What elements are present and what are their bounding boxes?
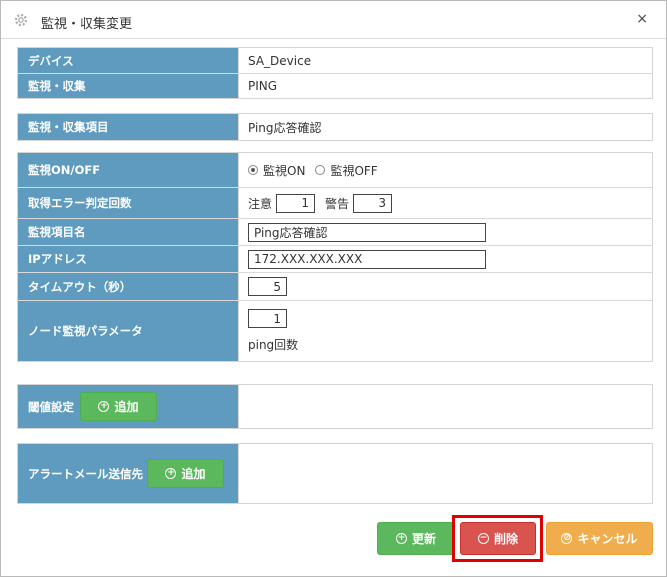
timeout-input[interactable]: 5 xyxy=(248,277,287,296)
gear-icon xyxy=(13,12,29,28)
param-label: ノード監視パラメータ xyxy=(18,301,239,361)
error-count-label: 取得エラー判定回数 xyxy=(18,188,239,218)
alert-row: アラートメール送信先 + 追加 xyxy=(18,444,652,503)
cancel-label: キャンセル xyxy=(577,532,638,546)
timeout-label: タイムアウト（秒） xyxy=(18,273,239,300)
onoff-label: 監視ON/OFF xyxy=(18,153,239,187)
threshold-label: 閾値設定 xyxy=(28,399,74,414)
plus-circle-icon: + xyxy=(98,401,110,412)
threshold-row: 閾値設定 + 追加 xyxy=(18,385,652,428)
radio-off-label: 監視OFF xyxy=(330,163,378,178)
delete-button[interactable]: − 削除 xyxy=(460,522,536,555)
update-label: 更新 xyxy=(411,532,436,546)
plus-circle-icon: + xyxy=(165,468,177,479)
alert-value xyxy=(239,444,652,503)
warning-label: 警告 xyxy=(325,196,350,211)
add-threshold-button[interactable]: + 追加 xyxy=(80,392,157,421)
item-name-input[interactable]: Ping応答確認 xyxy=(248,222,486,242)
threshold-table: 閾値設定 + 追加 xyxy=(17,384,653,429)
cancel-button[interactable]: ⊘ キャンセル xyxy=(546,522,653,555)
add-threshold-label: 追加 xyxy=(114,400,139,414)
ip-value: 172.XXX.XXX.XXX xyxy=(239,246,652,272)
update-button[interactable]: + 更新 xyxy=(377,522,455,555)
dialog-titlebar: 監視・収集変更 × xyxy=(1,1,666,39)
settings-table: 監視ON/OFF 監視ON 監視OFF 取得エラー判定回数 注意 1 警告 3 … xyxy=(17,152,653,362)
ip-row: IPアドレス 172.XXX.XXX.XXX xyxy=(18,245,652,272)
onoff-value: 監視ON 監視OFF xyxy=(239,153,652,187)
dialog-title: 監視・収集変更 xyxy=(41,17,133,32)
onoff-row: 監視ON/OFF 監視ON 監視OFF xyxy=(18,153,652,187)
add-alert-label: 追加 xyxy=(181,467,206,481)
item-info-table: 監視・収集項目 Ping応答確認 xyxy=(17,113,653,141)
collect-row: 監視・収集 PING xyxy=(18,73,652,98)
param-row: ノード監視パラメータ 1 ping回数 xyxy=(18,300,652,361)
alert-label-cell: アラートメール送信先 + 追加 xyxy=(18,444,239,503)
ip-label: IPアドレス xyxy=(18,246,239,272)
collect-value: PING xyxy=(248,79,278,93)
caution-label: 注意 xyxy=(248,196,273,211)
radio-monitor-off[interactable] xyxy=(315,165,326,175)
item-name-value: Ping応答確認 xyxy=(239,219,652,245)
timeout-value: 5 xyxy=(239,273,652,300)
close-icon[interactable]: × xyxy=(636,11,648,27)
cancel-circle-icon: ⊘ xyxy=(561,533,573,544)
device-label: デバイス xyxy=(18,48,239,73)
device-row: デバイス SA_Device xyxy=(18,48,652,73)
item-row: 監視・収集項目 Ping応答確認 xyxy=(18,114,652,140)
radio-monitor-on[interactable] xyxy=(248,165,258,175)
plus-circle-icon: + xyxy=(395,533,407,544)
item-value: Ping応答確認 xyxy=(248,120,322,135)
add-alert-button[interactable]: + 追加 xyxy=(147,459,224,488)
alert-label: アラートメール送信先 xyxy=(28,466,143,481)
device-info-table: デバイス SA_Device 監視・収集 PING xyxy=(17,47,653,99)
delete-label: 削除 xyxy=(493,532,518,546)
caution-input[interactable]: 1 xyxy=(276,193,316,213)
item-name-label: 監視項目名 xyxy=(18,219,239,245)
minus-circle-icon: − xyxy=(477,533,489,544)
warning-input[interactable]: 3 xyxy=(353,193,393,213)
threshold-value xyxy=(239,385,652,428)
device-value: SA_Device xyxy=(248,53,312,68)
timeout-row: タイムアウト（秒） 5 xyxy=(18,272,652,300)
alert-table: アラートメール送信先 + 追加 xyxy=(17,443,653,504)
collect-label: 監視・収集 xyxy=(18,74,239,98)
param-value: 1 ping回数 xyxy=(239,301,652,361)
dialog: 監視・収集変更 × デバイス SA_Device 監視・収集 PING 監視・収… xyxy=(0,0,667,577)
radio-on-label: 監視ON xyxy=(263,163,306,178)
item-name-row: 監視項目名 Ping応答確認 xyxy=(18,218,652,245)
error-count-row: 取得エラー判定回数 注意 1 警告 3 xyxy=(18,187,652,218)
error-count-value: 注意 1 警告 3 xyxy=(239,188,652,218)
param-input[interactable]: 1 xyxy=(248,309,287,328)
param-caption: ping回数 xyxy=(248,338,299,352)
item-label: 監視・収集項目 xyxy=(18,114,239,140)
ip-input[interactable]: 172.XXX.XXX.XXX xyxy=(248,249,486,269)
threshold-label-cell: 閾値設定 + 追加 xyxy=(18,385,239,428)
